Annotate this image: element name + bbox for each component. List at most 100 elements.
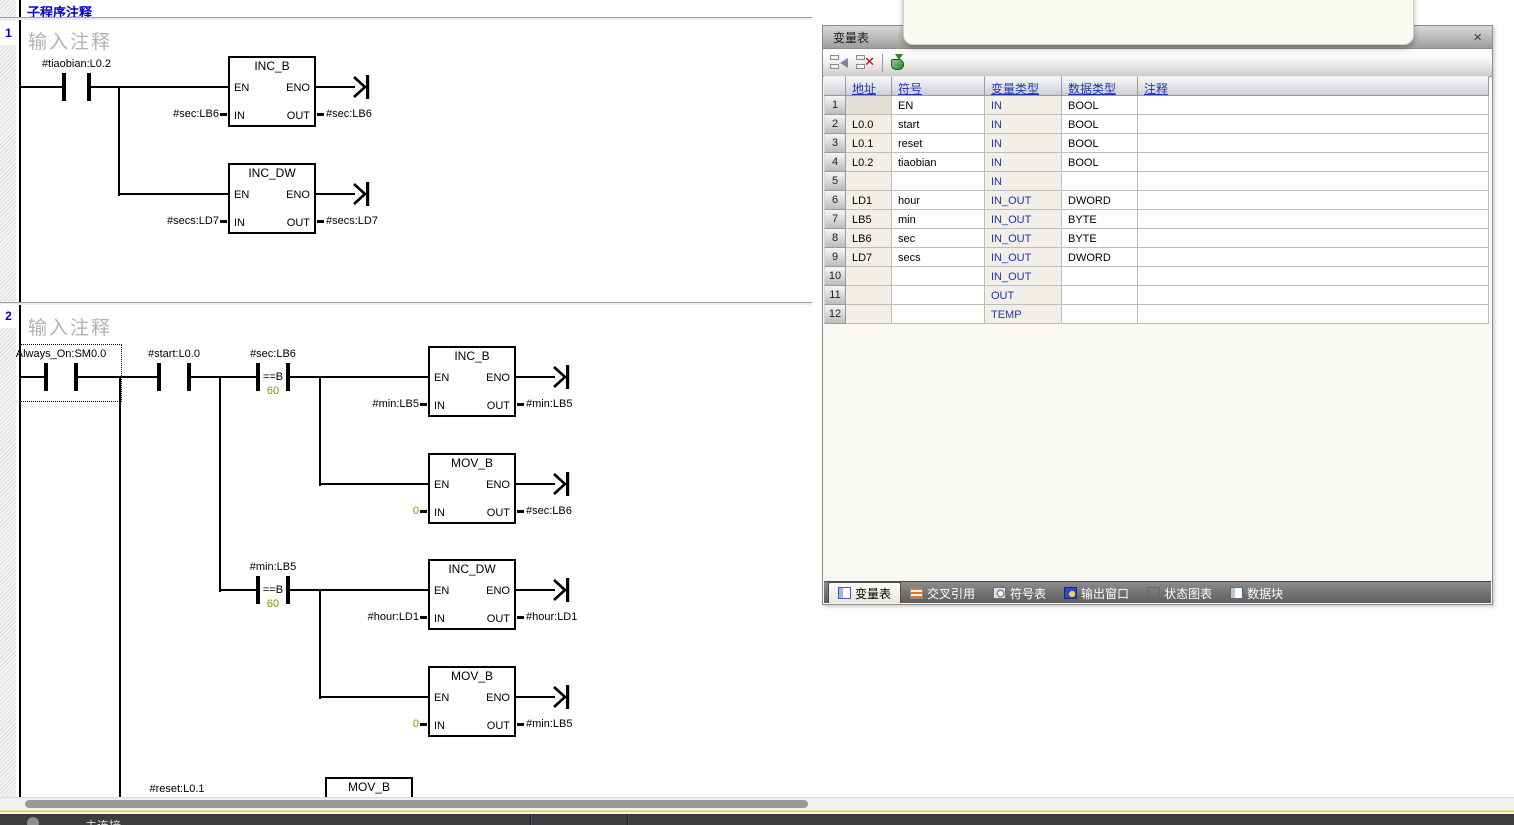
row-number-cell[interactable]: 12 <box>824 305 846 324</box>
table-cell-addr[interactable]: LB5 <box>846 210 892 229</box>
table-cell-var_type[interactable]: OUT <box>985 286 1062 305</box>
column-header[interactable]: 地址 <box>846 76 892 96</box>
compare-value-label[interactable]: 60 <box>260 385 286 397</box>
bottom-tab[interactable]: 输出窗口 <box>1055 583 1138 603</box>
table-cell-symbol[interactable]: sec <box>892 229 985 248</box>
table-cell-comment[interactable] <box>1138 115 1489 134</box>
contact-bar[interactable] <box>44 363 48 391</box>
table-cell-comment[interactable] <box>1138 229 1489 248</box>
table-cell-symbol[interactable]: tiaobian <box>892 153 985 172</box>
instruction-box[interactable]: MOV_B EN ENO IN OUT <box>428 453 516 524</box>
row-number-cell[interactable]: 11 <box>824 286 846 305</box>
table-cell-data_type[interactable]: DWORD <box>1062 191 1138 210</box>
table-cell-var_type[interactable]: IN_OUT <box>985 267 1062 286</box>
bottom-tab[interactable]: 符号表 <box>984 583 1055 603</box>
column-header[interactable]: 数据类型 <box>1062 76 1138 96</box>
table-cell-var_type[interactable]: IN <box>985 115 1062 134</box>
instruction-box[interactable]: INC_DW EN ENO IN OUT <box>428 559 516 630</box>
table-cell-comment[interactable] <box>1138 210 1489 229</box>
table-cell-symbol[interactable]: min <box>892 210 985 229</box>
table-cell-symbol[interactable]: start <box>892 115 985 134</box>
table-cell-var_type[interactable]: IN_OUT <box>985 191 1062 210</box>
table-cell-data_type[interactable] <box>1062 286 1138 305</box>
compare-value-label[interactable]: 60 <box>260 598 286 610</box>
instruction-box[interactable]: INC_B EN ENO IN OUT <box>428 346 516 417</box>
table-cell-var_type[interactable]: IN <box>985 153 1062 172</box>
table-cell-symbol[interactable]: secs <box>892 248 985 267</box>
table-cell-addr[interactable] <box>846 172 892 191</box>
green-can-icon[interactable] <box>890 54 906 71</box>
row-number-cell[interactable]: 5 <box>824 172 846 191</box>
table-cell-addr[interactable]: LD1 <box>846 191 892 210</box>
row-number-cell[interactable]: 10 <box>824 267 846 286</box>
contact-operand-label[interactable]: #min:LB5 <box>203 561 343 574</box>
contact-bar[interactable] <box>187 363 191 391</box>
table-cell-symbol[interactable]: hour <box>892 191 985 210</box>
network-2-comment[interactable]: 输入注释 <box>28 313 112 340</box>
row-number-cell[interactable]: 3 <box>824 134 846 153</box>
column-header[interactable]: 注释 <box>1138 76 1489 96</box>
contact-bar[interactable] <box>62 73 66 101</box>
table-cell-addr[interactable]: LD7 <box>846 248 892 267</box>
table-cell-var_type[interactable]: TEMP <box>985 305 1062 324</box>
table-cell-data_type[interactable]: BOOL <box>1062 115 1138 134</box>
box-input-operand[interactable]: #sec:LB6 <box>69 108 219 121</box>
contact-bar[interactable] <box>74 363 78 391</box>
row-number-cell[interactable]: 8 <box>824 229 846 248</box>
instruction-box[interactable]: MOV_B EN ENO IN OUT <box>325 777 413 797</box>
contact-operand-label[interactable]: #tiaobian:L0.2 <box>7 58 147 71</box>
box-input-operand[interactable]: #hour:LD1 <box>269 611 419 624</box>
column-header[interactable]: 符号 <box>892 76 985 96</box>
table-cell-var_type[interactable]: IN <box>985 134 1062 153</box>
contact-bar[interactable] <box>286 363 290 391</box>
box-output-operand[interactable]: #sec:LB6 <box>326 108 372 121</box>
table-cell-data_type[interactable]: BOOL <box>1062 134 1138 153</box>
bottom-tab[interactable]: 数据块 <box>1221 583 1292 603</box>
instruction-box[interactable]: INC_B EN ENO IN OUT <box>228 56 316 127</box>
box-output-operand[interactable]: #hour:LD1 <box>526 611 577 624</box>
table-cell-comment[interactable] <box>1138 286 1489 305</box>
instruction-box[interactable]: MOV_B EN ENO IN OUT <box>428 666 516 737</box>
contact-operand-label[interactable]: #sec:LB6 <box>203 348 343 361</box>
box-output-operand[interactable]: #min:LB5 <box>526 398 572 411</box>
contact-bar[interactable] <box>87 73 91 101</box>
table-cell-data_type[interactable]: BYTE <box>1062 229 1138 248</box>
compare-operator-label[interactable]: ==B <box>260 584 286 596</box>
table-cell-var_type[interactable]: IN_OUT <box>985 248 1062 267</box>
table-cell-addr[interactable]: L0.0 <box>846 115 892 134</box>
close-icon[interactable]: × <box>1473 30 1482 45</box>
box-output-operand[interactable]: #secs:LD7 <box>326 215 378 228</box>
table-cell-addr[interactable] <box>846 96 892 115</box>
horizontal-scrollbar-thumb[interactable] <box>25 800 808 808</box>
table-cell-symbol[interactable] <box>892 172 985 191</box>
table-cell-comment[interactable] <box>1138 191 1489 210</box>
contact-bar[interactable] <box>286 576 290 604</box>
ladder-editor[interactable]: 子程序注释 1 输入注释 2 输入注释 #tiaobian:L0.2Always… <box>0 0 812 797</box>
table-cell-symbol[interactable]: EN <box>892 96 985 115</box>
horizontal-scrollbar[interactable] <box>0 797 1514 809</box>
row-number-cell[interactable]: 1 <box>824 96 846 115</box>
table-cell-var_type[interactable]: IN_OUT <box>985 229 1062 248</box>
box-input-operand[interactable]: 0 <box>269 505 419 518</box>
row-number-cell[interactable]: 2 <box>824 115 846 134</box>
table-cell-data_type[interactable]: DWORD <box>1062 248 1138 267</box>
table-cell-comment[interactable] <box>1138 267 1489 286</box>
table-cell-addr[interactable]: LB6 <box>846 229 892 248</box>
table-cell-comment[interactable] <box>1138 96 1489 115</box>
table-cell-comment[interactable] <box>1138 153 1489 172</box>
row-number-cell[interactable]: 6 <box>824 191 846 210</box>
row-number-cell[interactable]: 4 <box>824 153 846 172</box>
bottom-tab[interactable]: 变量表 <box>828 582 901 603</box>
table-cell-data_type[interactable]: BYTE <box>1062 210 1138 229</box>
row-number-cell[interactable]: 7 <box>824 210 846 229</box>
table-cell-data_type[interactable]: BOOL <box>1062 153 1138 172</box>
table-cell-symbol[interactable] <box>892 305 985 324</box>
bottom-tab[interactable]: 状态图表 <box>1138 583 1221 603</box>
box-input-operand[interactable]: 0 <box>269 718 419 731</box>
table-cell-comment[interactable] <box>1138 248 1489 267</box>
instruction-box[interactable]: INC_DW EN ENO IN OUT <box>228 163 316 234</box>
table-cell-var_type[interactable]: IN <box>985 172 1062 191</box>
bottom-tab[interactable]: 交叉引用 <box>901 583 984 603</box>
table-cell-comment[interactable] <box>1138 134 1489 153</box>
box-output-operand[interactable]: #sec:LB6 <box>526 505 572 518</box>
